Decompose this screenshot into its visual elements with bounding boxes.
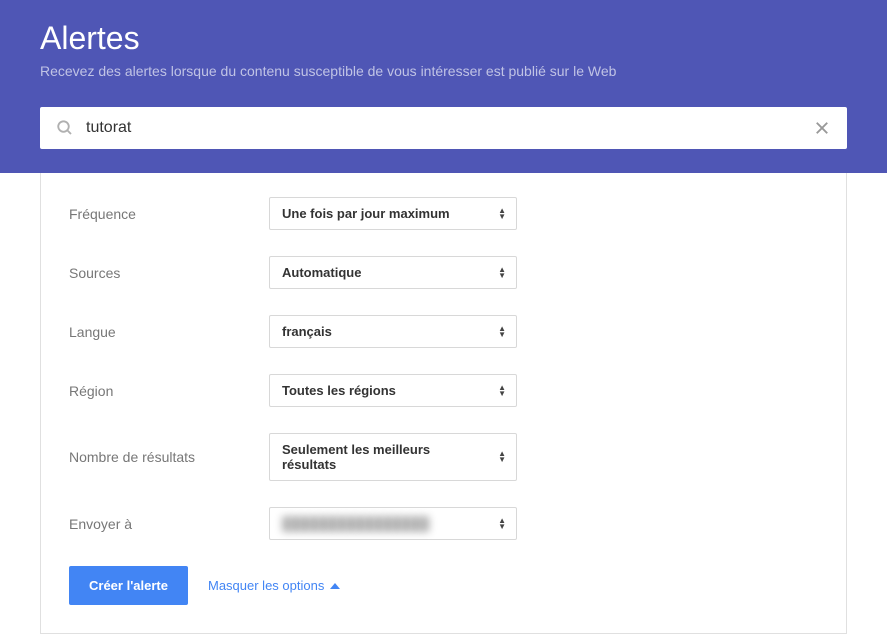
- label-language: Langue: [69, 324, 269, 340]
- select-arrows-icon: ▲▼: [498, 451, 506, 463]
- label-sources: Sources: [69, 265, 269, 281]
- label-results-count: Nombre de résultats: [69, 449, 269, 465]
- select-frequency-value: Une fois par jour maximum: [282, 206, 450, 221]
- select-sources-value: Automatique: [282, 265, 361, 280]
- page-title: Alertes: [40, 20, 847, 57]
- label-region: Région: [69, 383, 269, 399]
- select-arrows-icon: ▲▼: [498, 267, 506, 279]
- row-frequency: Fréquence Une fois par jour maximum ▲▼: [69, 197, 818, 230]
- select-results-count-value: Seulement les meilleurs résultats: [282, 442, 430, 472]
- toggle-options-label: Masquer les options: [208, 578, 324, 593]
- search-box: [40, 107, 847, 149]
- page-subtitle: Recevez des alertes lorsque du contenu s…: [40, 63, 847, 79]
- row-sources: Sources Automatique ▲▼: [69, 256, 818, 289]
- select-arrows-icon: ▲▼: [498, 518, 506, 530]
- action-row: Créer l'alerte Masquer les options: [69, 566, 818, 605]
- select-results-count[interactable]: Seulement les meilleurs résultats ▲▼: [269, 433, 517, 481]
- search-input[interactable]: [86, 119, 813, 137]
- row-results-count: Nombre de résultats Seulement les meille…: [69, 433, 818, 481]
- clear-icon[interactable]: [813, 119, 831, 137]
- label-deliver-to: Envoyer à: [69, 516, 269, 532]
- select-frequency[interactable]: Une fois par jour maximum ▲▼: [269, 197, 517, 230]
- select-deliver-to[interactable]: ████████████████ ▲▼: [269, 507, 517, 540]
- search-icon: [56, 119, 74, 137]
- select-arrows-icon: ▲▼: [498, 385, 506, 397]
- row-region: Région Toutes les régions ▲▼: [69, 374, 818, 407]
- row-language: Langue français ▲▼: [69, 315, 818, 348]
- options-panel: Fréquence Une fois par jour maximum ▲▼ S…: [40, 173, 847, 634]
- create-alert-button[interactable]: Créer l'alerte: [69, 566, 188, 605]
- select-deliver-to-value: ████████████████: [282, 516, 429, 531]
- select-region-value: Toutes les régions: [282, 383, 396, 398]
- header: Alertes Recevez des alertes lorsque du c…: [0, 0, 887, 173]
- toggle-options-link[interactable]: Masquer les options: [208, 578, 340, 593]
- label-frequency: Fréquence: [69, 206, 269, 222]
- select-arrows-icon: ▲▼: [498, 208, 506, 220]
- select-arrows-icon: ▲▼: [498, 326, 506, 338]
- select-region[interactable]: Toutes les régions ▲▼: [269, 374, 517, 407]
- select-language-value: français: [282, 324, 332, 339]
- select-sources[interactable]: Automatique ▲▼: [269, 256, 517, 289]
- row-deliver-to: Envoyer à ████████████████ ▲▼: [69, 507, 818, 540]
- select-language[interactable]: français ▲▼: [269, 315, 517, 348]
